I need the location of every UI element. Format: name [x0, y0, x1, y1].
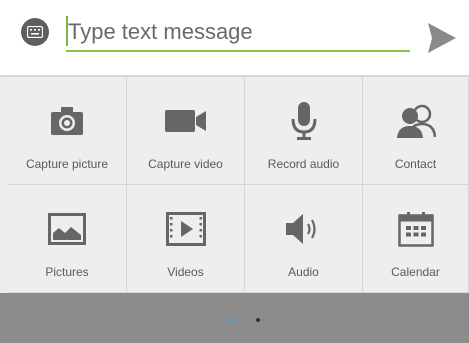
camera-icon [43, 99, 91, 143]
contact-label: Contact [394, 157, 437, 171]
capture-video-label: Capture video [148, 157, 223, 171]
record-audio-label: Record audio [267, 157, 340, 171]
attachment-grid: Capture picture Capture video Record aud… [8, 77, 469, 293]
page-indicator-active[interactable] [231, 318, 235, 322]
video-file-icon [162, 207, 210, 251]
message-input[interactable] [66, 14, 410, 52]
page-indicator-inactive[interactable] [256, 318, 260, 322]
send-button[interactable] [424, 18, 460, 58]
calendar-icon [392, 207, 440, 251]
calendar-label: Calendar [391, 265, 440, 279]
capture-video-button[interactable]: Capture video [127, 77, 245, 185]
calendar-button[interactable]: Calendar [363, 185, 469, 293]
send-icon [428, 23, 456, 53]
audio-label: Audio [288, 265, 319, 279]
text-caret [66, 16, 68, 46]
record-audio-button[interactable]: Record audio [245, 77, 363, 185]
audio-button[interactable]: Audio [245, 185, 363, 293]
grid-edge [0, 77, 8, 293]
speaker-icon [280, 207, 328, 251]
capture-picture-button[interactable]: Capture picture [8, 77, 127, 185]
compose-bar [0, 0, 469, 75]
videos-button[interactable]: Videos [127, 185, 245, 293]
microphone-icon [280, 99, 328, 143]
picture-icon [43, 207, 91, 251]
pictures-label: Pictures [45, 265, 89, 279]
pictures-button[interactable]: Pictures [8, 185, 127, 293]
videos-label: Videos [167, 265, 204, 279]
contact-button[interactable]: Contact [363, 77, 469, 185]
video-camera-icon [162, 99, 210, 143]
keyboard-icon [27, 26, 43, 38]
capture-picture-label: Capture picture [25, 157, 109, 171]
contact-icon [392, 99, 440, 143]
keyboard-button[interactable] [21, 18, 49, 46]
pager-bar [0, 293, 469, 343]
